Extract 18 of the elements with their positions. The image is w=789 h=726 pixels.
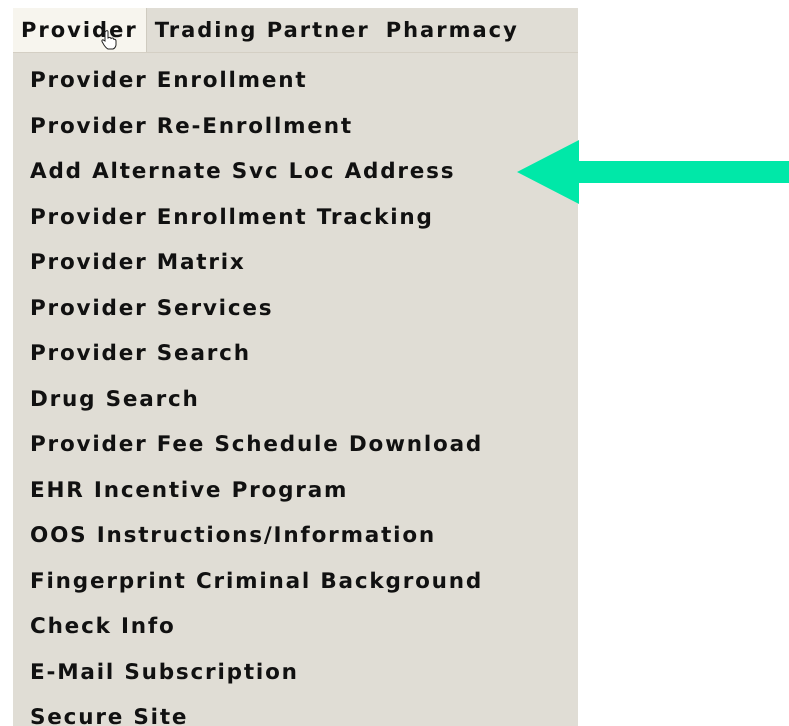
menu-item[interactable]: Provider Enrollment Tracking [13, 204, 434, 230]
menu-item[interactable]: Fingerprint Criminal Background [13, 568, 484, 594]
menu-item[interactable]: Provider Fee Schedule Download [13, 432, 484, 458]
menu-item[interactable]: Drug Search [13, 386, 200, 412]
menu-item[interactable]: Check Info [13, 614, 176, 640]
menu-tab[interactable]: Provider [13, 8, 147, 52]
menu-tab[interactable]: Pharmacy [378, 8, 527, 52]
menu-tab[interactable]: Trading Partner [146, 8, 378, 52]
menu-item[interactable]: E-Mail Subscription [13, 660, 299, 685]
menu-item[interactable]: Provider Services [13, 296, 274, 321]
menu-item[interactable]: Provider Enrollment [13, 68, 308, 94]
menu-item[interactable]: Provider Search [13, 341, 251, 366]
menu-item[interactable]: Secure Site [13, 705, 188, 726]
menu-item[interactable]: Provider Matrix [13, 250, 246, 276]
menu-item[interactable]: Add Alternate Svc Loc Address [13, 159, 456, 184]
menu-item[interactable]: OOS Instructions/Information [13, 523, 436, 548]
menu-item[interactable]: EHR Incentive Program [13, 478, 348, 503]
menu-item[interactable]: Provider Re-Enrollment [13, 114, 353, 139]
